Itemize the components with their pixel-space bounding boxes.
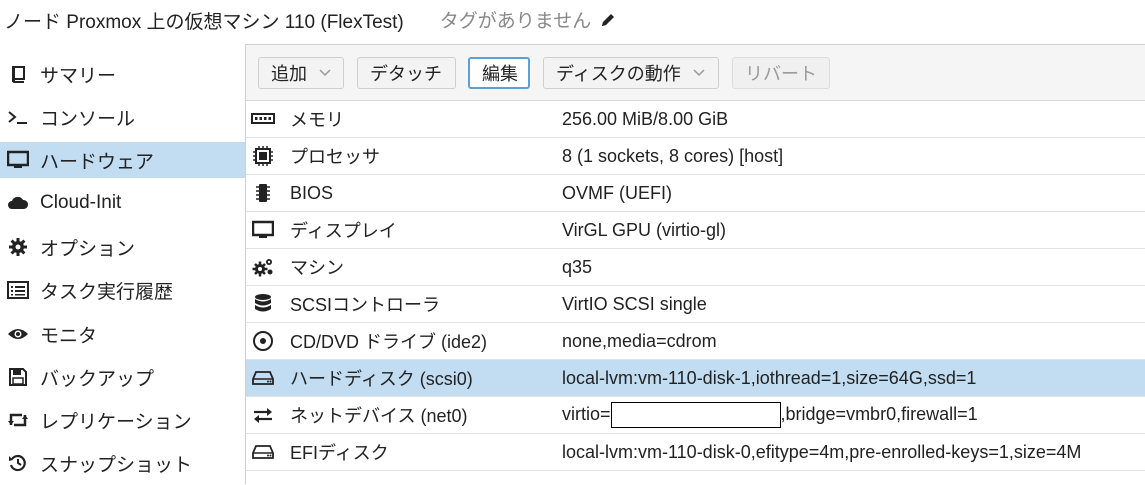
- sidebar-item-backup[interactable]: バックアップ: [0, 359, 245, 395]
- row-name: EFIディスク: [290, 443, 389, 463]
- sidebar-item-label: コンソール: [40, 108, 136, 130]
- row-name: BIOS: [290, 182, 334, 203]
- row-value: local-lvm:vm-110-disk-1,iothread=1,size=…: [562, 367, 977, 388]
- sidebar-item-label: レプリケーション: [40, 411, 192, 433]
- exchange-icon: [250, 403, 276, 427]
- hardware-panel: 追加 デタッチ 編集 ディスクの動作 リバート メモリ 256.00 MiB/8…: [246, 44, 1145, 485]
- cogs-icon: [250, 255, 276, 279]
- row-value: none,media=cdrom: [562, 330, 717, 351]
- chevron-down-icon: [693, 69, 705, 77]
- net-value-prefix: virtio=: [562, 403, 611, 424]
- row-name: メモリ: [290, 110, 344, 130]
- table-row[interactable]: SCSIコントローラ VirtIO SCSI single: [246, 286, 1145, 323]
- edit-button[interactable]: 編集: [468, 57, 530, 89]
- book-icon: [6, 62, 30, 86]
- row-name: ディスプレイ: [290, 221, 397, 241]
- revert-button[interactable]: リバート: [732, 57, 830, 89]
- cloud-icon: [6, 191, 30, 215]
- add-button[interactable]: 追加: [258, 57, 344, 89]
- sidebar-item-hardware[interactable]: ハードウェア: [0, 142, 245, 178]
- table-row[interactable]: BIOS OVMF (UEFI): [246, 175, 1145, 212]
- chevron-down-icon: [319, 69, 331, 77]
- row-name: ハードディスク (scsi0): [290, 369, 473, 389]
- toolbar: 追加 デタッチ 編集 ディスクの動作 リバート: [246, 45, 1145, 101]
- sidebar-item-label: モニタ: [40, 325, 98, 347]
- sidebar-item-monitor[interactable]: モニタ: [0, 316, 245, 352]
- sidebar-item-console[interactable]: コンソール: [0, 99, 245, 135]
- redacted-mac-address: [610, 402, 781, 428]
- cdrom-icon: [250, 329, 276, 353]
- detach-button[interactable]: デタッチ: [357, 57, 456, 89]
- edit-button-label: 編集: [482, 64, 518, 84]
- sidebar-item-task-history[interactable]: タスク実行履歴: [0, 272, 245, 308]
- title-bar: ノード Proxmox 上の仮想マシン 110 (FlexTest) タグがあり…: [0, 0, 1145, 40]
- net-value-suffix: ,bridge=vmbr0,firewall=1: [780, 403, 978, 424]
- table-row[interactable]: ハードディスク (scsi0) local-lvm:vm-110-disk-1,…: [246, 360, 1145, 397]
- table-row[interactable]: マシン q35: [246, 249, 1145, 286]
- sidebar-item-cloud-init[interactable]: Cloud-Init: [0, 185, 245, 221]
- row-name: ネットデバイス (net0): [290, 406, 468, 426]
- cpu-icon: [250, 144, 276, 168]
- row-value: q35: [562, 256, 593, 277]
- sidebar-item-label: オプション: [40, 238, 136, 260]
- display-icon: [250, 218, 276, 242]
- monitor-icon: [6, 148, 30, 172]
- row-name: SCSIコントローラ: [290, 295, 441, 315]
- microchip-icon: [250, 181, 276, 205]
- eye-icon: [6, 322, 30, 346]
- gear-icon: [6, 235, 30, 259]
- sidebar-item-label: バックアップ: [40, 368, 155, 390]
- table-row[interactable]: メモリ 256.00 MiB/8.00 GiB: [246, 101, 1145, 138]
- sidebar-item-replication[interactable]: レプリケーション: [0, 402, 245, 438]
- database-icon: [250, 292, 276, 316]
- sidebar-item-label: ハードウェア: [40, 151, 155, 173]
- row-value: VirtIO SCSI single: [562, 293, 707, 314]
- disk-action-button[interactable]: ディスクの動作: [543, 57, 719, 89]
- sidebar-item-label: タスク実行履歴: [40, 281, 174, 303]
- row-value: 8 (1 sockets, 8 cores) [host]: [562, 145, 784, 166]
- row-value: virtio= ,bridge=vmbr0,firewall=1: [562, 402, 978, 428]
- revert-button-label: リバート: [745, 64, 817, 84]
- table-row[interactable]: プロセッサ 8 (1 sockets, 8 cores) [host]: [246, 138, 1145, 175]
- hdd-icon: [250, 440, 276, 464]
- page-title: ノード Proxmox 上の仮想マシン 110 (FlexTest): [4, 11, 404, 33]
- sidebar-item-summary[interactable]: サマリー: [0, 56, 245, 92]
- history-icon: [6, 451, 30, 475]
- retweet-icon: [6, 408, 30, 432]
- memory-icon: [250, 107, 276, 131]
- terminal-icon: [6, 105, 30, 129]
- floppy-icon: [6, 365, 30, 389]
- disk-action-button-label: ディスクの動作: [556, 64, 681, 84]
- row-value: 256.00 MiB/8.00 GiB: [562, 108, 729, 129]
- sidebar: サマリー コンソール ハードウェア Cloud-Init オプション タスク実行…: [0, 44, 246, 484]
- table-row[interactable]: ディスプレイ VirGL GPU (virtio-gl): [246, 212, 1145, 249]
- sidebar-item-label: スナップショット: [40, 454, 193, 476]
- sidebar-item-label: Cloud-Init: [40, 192, 122, 213]
- row-name: プロセッサ: [290, 147, 380, 167]
- sidebar-item-label: サマリー: [40, 65, 117, 87]
- pencil-icon[interactable]: [599, 11, 617, 35]
- row-value: local-lvm:vm-110-disk-0,efitype=4m,pre-e…: [562, 441, 1082, 462]
- hdd-icon: [250, 366, 276, 390]
- tags-area[interactable]: タグがありません: [440, 6, 618, 35]
- sidebar-item-options[interactable]: オプション: [0, 229, 245, 265]
- table-row[interactable]: CD/DVD ドライブ (ide2) none,media=cdrom: [246, 323, 1145, 360]
- add-button-label: 追加: [271, 64, 307, 84]
- row-value: OVMF (UEFI): [562, 182, 672, 203]
- row-value: VirGL GPU (virtio-gl): [562, 219, 727, 240]
- tags-placeholder: タグがありません: [439, 10, 592, 32]
- list-icon: [6, 278, 30, 302]
- table-row[interactable]: EFIディスク local-lvm:vm-110-disk-0,efitype=…: [246, 434, 1145, 471]
- sidebar-item-snapshot[interactable]: スナップショット: [0, 445, 245, 481]
- row-name: CD/DVD ドライブ (ide2): [290, 332, 488, 352]
- row-name: マシン: [290, 258, 344, 278]
- table-row[interactable]: ネットデバイス (net0) virtio= ,bridge=vmbr0,fire…: [246, 397, 1145, 434]
- detach-button-label: デタッチ: [370, 64, 442, 84]
